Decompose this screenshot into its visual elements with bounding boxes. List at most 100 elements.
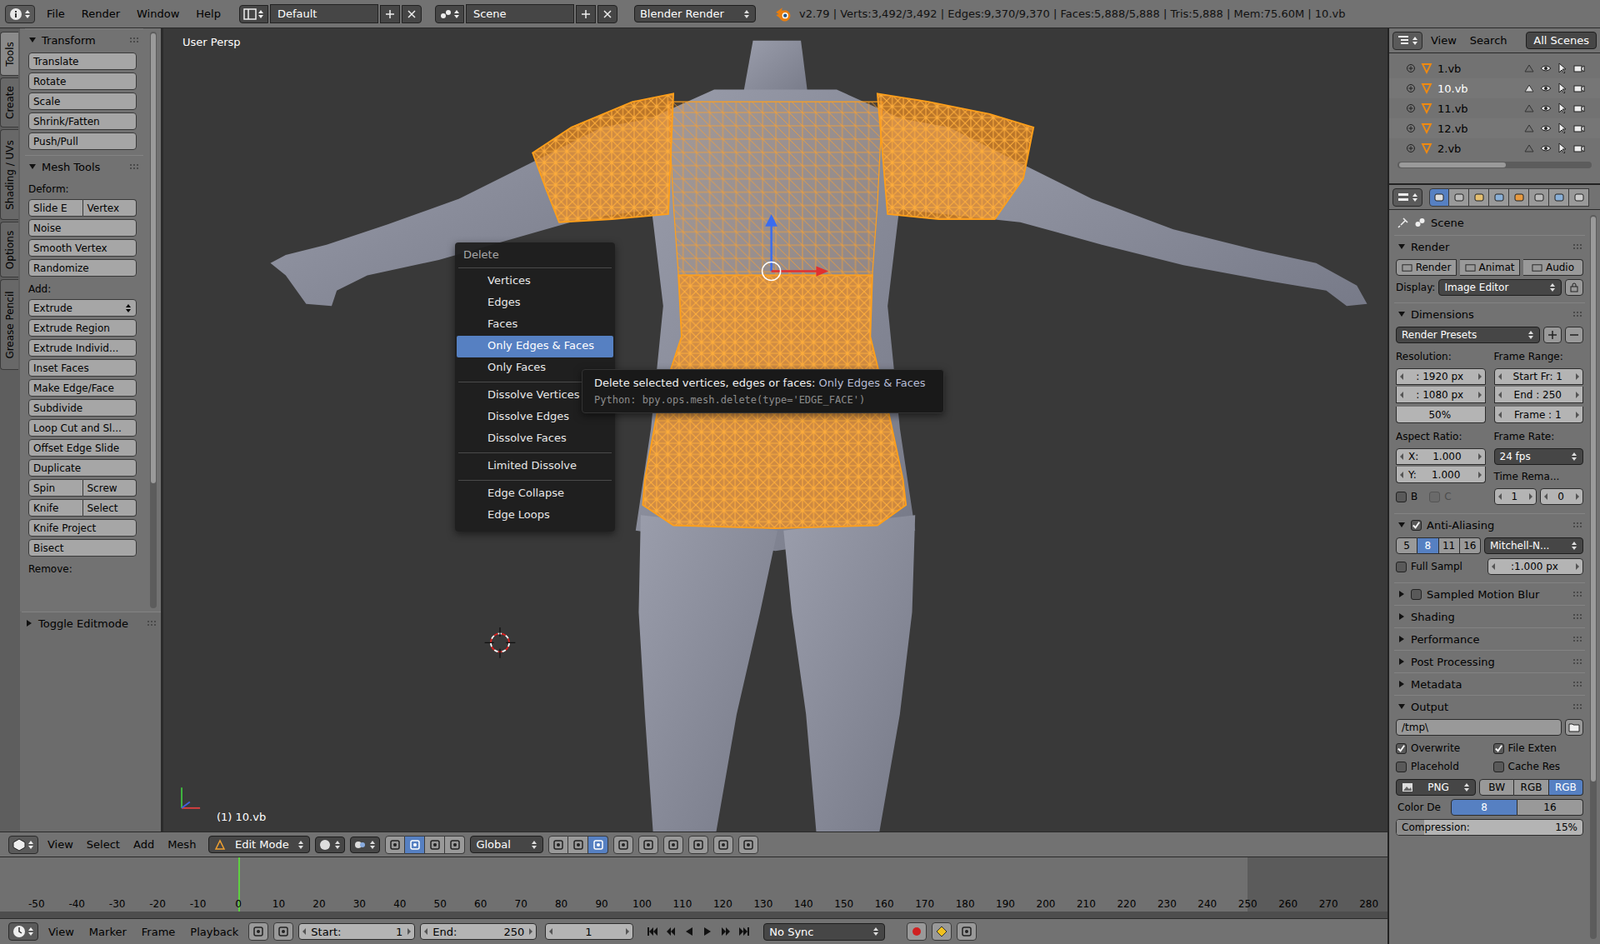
- tool-button[interactable]: Loop Cut and Sl...: [28, 419, 137, 437]
- tool-button[interactable]: Shrink/Fatten: [28, 112, 137, 130]
- expand-icon[interactable]: [1405, 103, 1416, 114]
- drag-grip-icon[interactable]: [1573, 310, 1584, 318]
- tool-shelf-tab[interactable]: Tools: [0, 31, 19, 76]
- mode-dropdown[interactable]: Edit Mode: [208, 835, 310, 854]
- sample-toggle[interactable]: 11: [1439, 537, 1460, 555]
- menu-item[interactable]: Vertices: [456, 270, 614, 293]
- outliner-row[interactable]: 11.vb: [1389, 98, 1600, 119]
- editor-type-button[interactable]: [1392, 188, 1423, 207]
- tool-button[interactable]: Inset Faces: [28, 359, 137, 377]
- timeline[interactable]: -50-40-30-20-100102030405060708090100110…: [0, 856, 1388, 919]
- transform-gizmo[interactable]: [762, 214, 830, 281]
- play-icon[interactable]: [701, 925, 714, 938]
- editor-type-button[interactable]: [8, 922, 39, 941]
- drag-grip-icon[interactable]: [1573, 590, 1584, 598]
- tool-button[interactable]: Make Edge/Face: [28, 379, 137, 397]
- border-toggle[interactable]: B: [1395, 487, 1418, 506]
- display-dropdown[interactable]: Image Editor: [1438, 279, 1562, 296]
- expand-icon[interactable]: [1405, 123, 1416, 134]
- display-mode-dropdown[interactable]: All Scenes: [1525, 31, 1597, 50]
- tool-shelf-tab[interactable]: Grease Pencil: [0, 279, 19, 370]
- sync-dropdown[interactable]: No Sync: [763, 923, 885, 941]
- panel-header[interactable]: Shading: [1394, 605, 1585, 628]
- opengl-render-button[interactable]: [713, 835, 734, 855]
- decrement-arrow-icon[interactable]: [1497, 373, 1503, 380]
- tool-button[interactable]: Push/Pull: [28, 132, 137, 150]
- panel-header[interactable]: Dimensions: [1394, 303, 1585, 325]
- checkbox[interactable]: [1395, 491, 1407, 503]
- drag-grip-icon[interactable]: [1573, 243, 1584, 250]
- sample-toggle[interactable]: 5: [1395, 537, 1418, 555]
- renderable-camera-icon[interactable]: [1573, 82, 1585, 95]
- selectable-cursor-icon[interactable]: [1556, 102, 1569, 115]
- tool-button[interactable]: Offset Edge Slide: [28, 439, 137, 457]
- remove-preset-button[interactable]: [1565, 326, 1584, 344]
- drag-grip-icon[interactable]: [1573, 703, 1584, 710]
- checkbox[interactable]: [1395, 561, 1407, 573]
- menu-item[interactable]: Add: [129, 836, 159, 853]
- timeline-scrollbar[interactable]: [0, 911, 1388, 919]
- render-button[interactable]: Render: [1395, 259, 1457, 276]
- menu-item[interactable]: Edge Collapse: [456, 483, 614, 505]
- expand-icon[interactable]: [1405, 143, 1416, 154]
- menu-item[interactable]: Only Edges & Faces: [456, 335, 614, 358]
- tool-shelf-tab[interactable]: Options: [0, 221, 19, 278]
- renderable-camera-icon[interactable]: [1573, 62, 1585, 75]
- play-reverse-icon[interactable]: [683, 925, 695, 938]
- increment-arrow-icon[interactable]: [1575, 563, 1580, 570]
- increment-arrow-icon[interactable]: [1575, 411, 1580, 419]
- aspect-y-field[interactable]: Y:1.000: [1395, 466, 1486, 484]
- tool-button[interactable]: Knife Project: [28, 519, 137, 537]
- expanded-arrow-icon[interactable]: [1397, 310, 1406, 319]
- render-presets-dropdown[interactable]: Render Presets: [1395, 326, 1540, 344]
- menu-item[interactable]: Search: [1465, 32, 1513, 49]
- tool-shelf-scrollbar[interactable]: [150, 31, 157, 609]
- proportional-edit-button[interactable]: [638, 835, 659, 855]
- resolution-percentage-slider[interactable]: 50%: [1395, 406, 1486, 424]
- 3d-viewport[interactable]: User Persp (1) 10.vb Delete VerticesEdge…: [163, 28, 1388, 832]
- output-option-toggle[interactable]: Placehold: [1395, 757, 1487, 776]
- keying-set-button[interactable]: [931, 922, 952, 941]
- increment-arrow-icon[interactable]: [1477, 373, 1483, 380]
- panel-header[interactable]: Post Processing: [1394, 650, 1585, 673]
- menu-item[interactable]: Frame: [136, 924, 181, 940]
- scene-browse-button[interactable]: [435, 5, 465, 24]
- tool-button[interactable]: Extrude Region: [28, 319, 137, 337]
- aspect-x-field[interactable]: X:1.000: [1395, 448, 1486, 465]
- add-preset-button[interactable]: [1543, 326, 1562, 344]
- outliner-row[interactable]: 1.vb: [1389, 58, 1600, 79]
- tool-button[interactable]: Subdivide: [28, 399, 137, 417]
- jump-keyframe-forward-icon[interactable]: [720, 925, 732, 938]
- expanded-arrow-icon[interactable]: [1397, 520, 1406, 530]
- panel-header[interactable]: Output: [1394, 695, 1585, 718]
- editor-type-button[interactable]: [5, 5, 35, 24]
- increment-arrow-icon[interactable]: [1477, 391, 1483, 399]
- mesh-model[interactable]: [163, 28, 1388, 832]
- manipulator-button[interactable]: [445, 835, 465, 855]
- editor-type-button[interactable]: [8, 835, 39, 855]
- color-depth-toggle[interactable]: 8: [1450, 799, 1518, 816]
- checkbox[interactable]: [1395, 761, 1407, 773]
- increment-arrow-icon[interactable]: [1477, 471, 1483, 479]
- color-mode-toggle[interactable]: RGB: [1514, 779, 1549, 796]
- screen-name-field[interactable]: Default: [270, 4, 379, 24]
- tool-button[interactable]: Scale: [28, 92, 137, 110]
- decrement-arrow-icon[interactable]: [1399, 391, 1405, 399]
- tool-shelf-tab[interactable]: Shading / UVs: [0, 129, 19, 220]
- tool-shelf-tab[interactable]: Create: [0, 77, 19, 128]
- render-button[interactable]: Animat: [1460, 259, 1520, 276]
- lock-range-button[interactable]: [273, 922, 294, 941]
- tool-button[interactable]: Translate: [28, 52, 137, 70]
- selectable-cursor-icon[interactable]: [1556, 82, 1569, 95]
- panel-header[interactable]: Render: [1394, 235, 1585, 258]
- manipulator-button[interactable]: [405, 835, 425, 855]
- add-scene-button[interactable]: [575, 5, 596, 24]
- manipulator-button[interactable]: [385, 835, 405, 855]
- delete-screen-button[interactable]: [401, 5, 422, 24]
- decrement-arrow-icon[interactable]: [1497, 411, 1503, 419]
- panel-header[interactable]: Metadata: [1394, 673, 1585, 695]
- output-option-toggle[interactable]: Cache Res: [1493, 757, 1585, 776]
- decrement-arrow-icon[interactable]: [1543, 493, 1549, 500]
- properties-tab[interactable]: [1529, 188, 1550, 207]
- panel-header[interactable]: Anti-Aliasing: [1394, 514, 1585, 536]
